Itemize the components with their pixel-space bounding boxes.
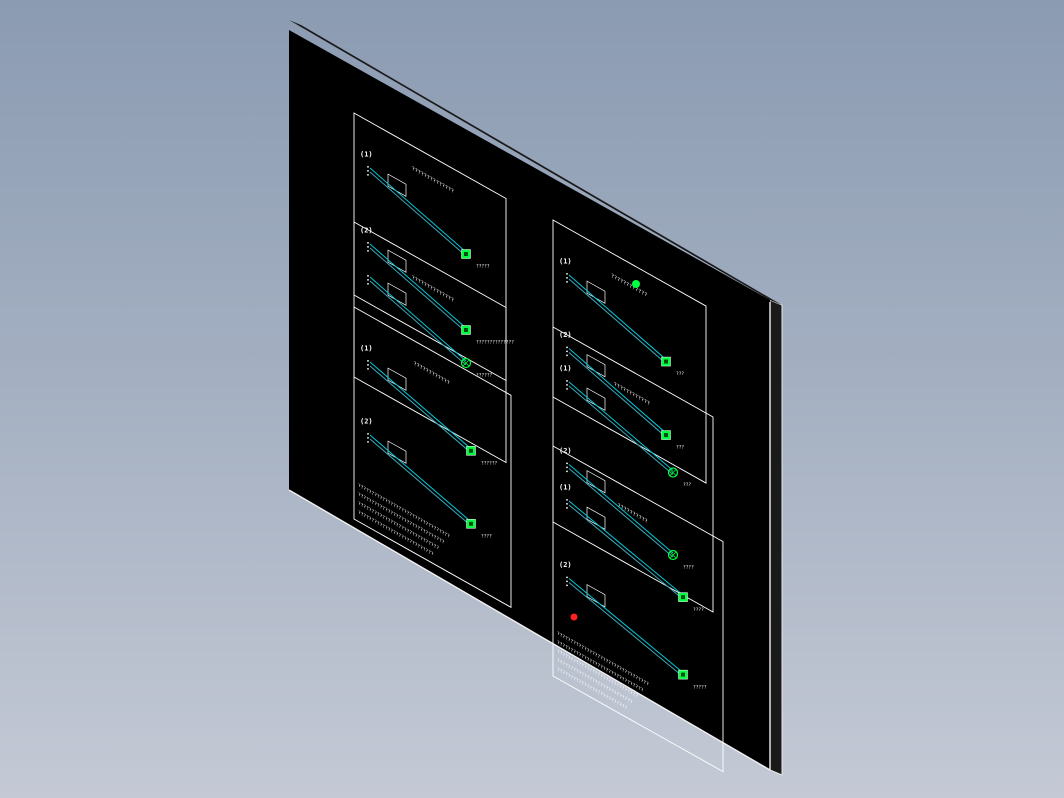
terminal-dot bbox=[367, 432, 369, 435]
lamp-square-core bbox=[464, 328, 468, 332]
terminal-dot bbox=[367, 436, 369, 439]
terminal-dot bbox=[367, 440, 369, 443]
lamp-square-core bbox=[464, 252, 468, 256]
row-label: (1) bbox=[559, 483, 572, 491]
terminal-dot bbox=[566, 346, 568, 349]
terminal-dot bbox=[367, 278, 369, 281]
lamp-label: ???? bbox=[693, 607, 704, 613]
row-label: (2) bbox=[559, 331, 572, 339]
row-label: (1) bbox=[360, 150, 373, 158]
lamp-label: ???? bbox=[481, 533, 492, 539]
drawing-sheet bbox=[289, 30, 770, 770]
red-marker-dot bbox=[570, 613, 578, 621]
lamp-label: ?????? bbox=[476, 373, 493, 379]
terminal-dot bbox=[367, 173, 369, 176]
terminal-dot bbox=[566, 272, 568, 275]
lamp-square-core bbox=[664, 433, 668, 438]
terminal-dot bbox=[566, 462, 568, 465]
lamp-label: ??? bbox=[676, 445, 684, 451]
lamp-square-core bbox=[664, 359, 668, 364]
isometric-drawing: ?????????????? (1)????? (2)???????????????… bbox=[288, 20, 783, 776]
row-label: (2) bbox=[360, 226, 373, 234]
terminal-dot bbox=[566, 502, 568, 505]
lamp-label: ??? bbox=[683, 482, 691, 488]
row-label: (1) bbox=[360, 344, 373, 352]
lamp-square-core bbox=[681, 672, 685, 677]
row-label: (2) bbox=[559, 561, 572, 569]
cad-viewport: ?????????????? (1)????? (2)???????????????… bbox=[0, 0, 1064, 798]
terminal-dot bbox=[367, 245, 369, 248]
terminal-dot bbox=[566, 387, 568, 390]
terminal-dot bbox=[367, 169, 369, 172]
row-label: (1) bbox=[559, 364, 572, 372]
terminal-dot bbox=[566, 276, 568, 279]
row-label: (1) bbox=[559, 257, 572, 265]
terminal-dot bbox=[367, 241, 369, 244]
board-side-edge bbox=[769, 299, 783, 776]
terminal-dot bbox=[367, 367, 369, 370]
terminal-dot bbox=[566, 466, 568, 469]
lamp-label: ????? bbox=[693, 684, 707, 690]
terminal-dot bbox=[566, 379, 568, 382]
terminal-dot bbox=[367, 282, 369, 285]
terminal-dot bbox=[566, 280, 568, 283]
lamp-label: ?????? bbox=[481, 460, 498, 466]
terminal-dot bbox=[367, 363, 369, 366]
terminal-dot bbox=[566, 576, 568, 579]
terminal-dot bbox=[367, 249, 369, 252]
terminal-dot bbox=[367, 165, 369, 168]
green-marker-dot bbox=[632, 280, 640, 288]
lamp-label: ????? bbox=[476, 264, 490, 270]
terminal-dot bbox=[566, 470, 568, 473]
terminal-dot bbox=[367, 359, 369, 362]
row-label: (2) bbox=[360, 417, 373, 425]
lamp-square-core bbox=[469, 521, 473, 526]
terminal-dot bbox=[566, 350, 568, 353]
lamp-square-core bbox=[681, 595, 685, 600]
terminal-dot bbox=[566, 383, 568, 386]
lamp-label: ???? bbox=[683, 565, 694, 571]
terminal-dot bbox=[566, 580, 568, 583]
lamp-label: ?????????????? bbox=[476, 340, 514, 346]
lamp-label: ??? bbox=[676, 371, 684, 377]
terminal-dot bbox=[566, 498, 568, 501]
terminal-dot bbox=[367, 274, 369, 277]
terminal-dot bbox=[566, 584, 568, 587]
lamp-square-core bbox=[469, 448, 473, 453]
terminal-dot bbox=[566, 354, 568, 357]
terminal-dot bbox=[566, 506, 568, 509]
